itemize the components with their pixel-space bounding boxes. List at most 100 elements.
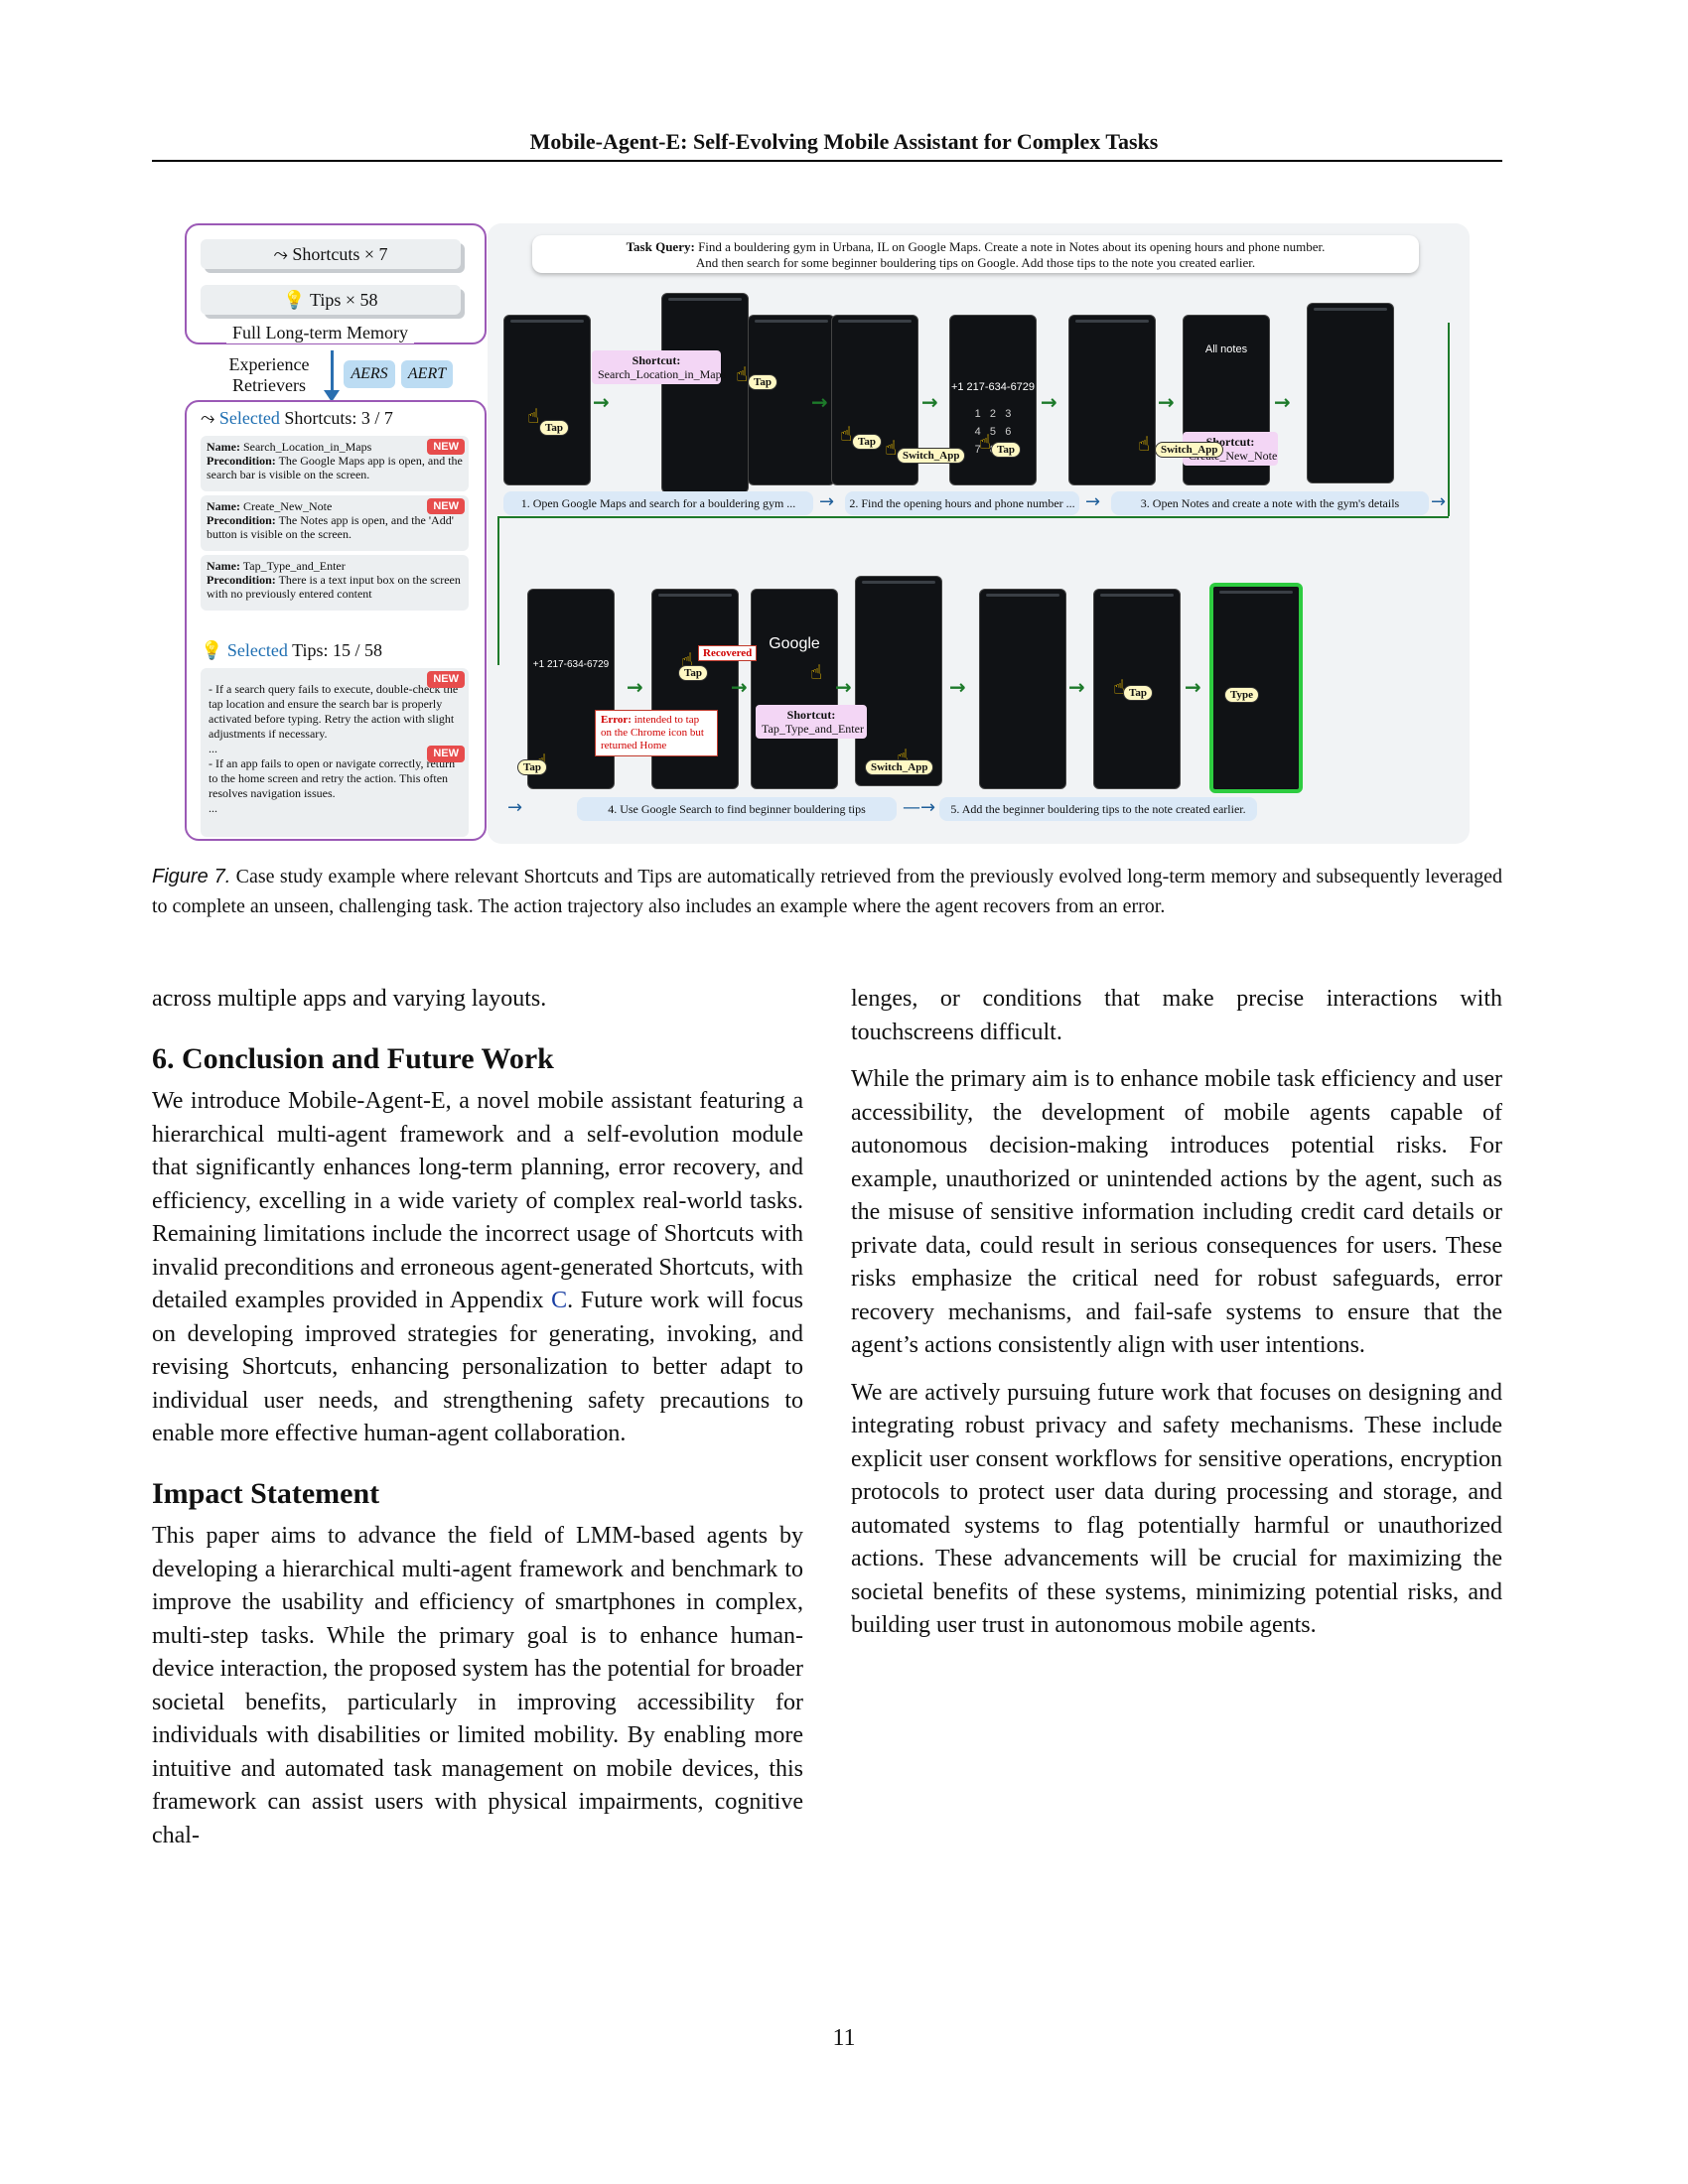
tip-ellipsis: ... bbox=[209, 742, 217, 755]
new-badge: NEW bbox=[427, 439, 465, 455]
step-2-bar: 2. Find the opening hours and phone numb… bbox=[845, 491, 1079, 515]
memory-title: Full Long-term Memory bbox=[226, 323, 414, 343]
google-logo-text: Google bbox=[769, 635, 820, 652]
shortcut-name: Search_Location_in_Maps bbox=[598, 367, 727, 381]
long-term-memory-box: ⤳ Shortcuts × 7 💡 Tips × 58 Full Long-te… bbox=[185, 223, 487, 344]
tip-item: - If a search query fails to execute, do… bbox=[209, 682, 459, 741]
page-number: 11 bbox=[832, 2025, 856, 2051]
tap-tag: Tap bbox=[748, 374, 777, 390]
continued-text: across multiple apps and varying layouts… bbox=[152, 986, 547, 1012]
switch-app-hand-icon: ☝ bbox=[1138, 432, 1151, 456]
flow-arrow: → bbox=[1274, 390, 1291, 414]
query-line-1: Find a bouldering gym in Urbana, IL on G… bbox=[698, 239, 1326, 254]
card-name-label: Name: bbox=[207, 559, 240, 573]
tip-item: - If an app fails to open or navigate co… bbox=[209, 756, 456, 800]
connector-line bbox=[497, 516, 1449, 518]
flow-arrow: → bbox=[627, 675, 643, 699]
action-trajectory-panel: +1 217-634-6729 1 2 34 5 67 8 9 All note… bbox=[488, 223, 1470, 844]
step-arrow: → bbox=[1085, 491, 1101, 512]
recovered-label: Recovered bbox=[698, 645, 758, 661]
connector-line bbox=[1448, 323, 1450, 516]
selected-word: Selected bbox=[218, 408, 280, 428]
tap-tag: Tap bbox=[539, 420, 569, 436]
tips-count: Tips × 58 bbox=[310, 290, 378, 310]
step-1-bar: 1. Open Google Maps and search for a bou… bbox=[503, 491, 813, 515]
selected-memory-box: ⤳ Selected Shortcuts: 3 / 7 NEW Name: Se… bbox=[185, 400, 487, 841]
task-query-box: Task Query: Find a bouldering gym in Urb… bbox=[532, 235, 1419, 273]
flow-arrow: → bbox=[731, 675, 748, 699]
appendix-link[interactable]: C bbox=[551, 1288, 567, 1313]
card-name-label: Name: bbox=[207, 499, 240, 513]
tap-tag: Tap bbox=[517, 759, 547, 775]
step-5-bar: 5. Add the beginner bouldering tips to t… bbox=[939, 797, 1257, 821]
card-precondition-label: Precondition: bbox=[207, 454, 276, 468]
tap-tag: Tap bbox=[1123, 685, 1153, 701]
lightbulb-icon: 💡 bbox=[201, 640, 223, 661]
tap-tag: Tap bbox=[678, 665, 708, 681]
step-4-bar: 4. Use Google Search to find beginner bo… bbox=[577, 797, 897, 821]
retrievers-label: Experience Retrievers bbox=[214, 354, 324, 396]
shortcut-card: NEW Name: Create_New_Note Precondition: … bbox=[201, 495, 469, 551]
tips-ratio: Tips: 15 / 58 bbox=[292, 640, 382, 660]
retrievers-label-line1: Experience bbox=[228, 354, 310, 374]
tap-hand-icon: ☝ bbox=[527, 404, 540, 428]
flow-arrow: → bbox=[1068, 675, 1085, 699]
phone-screenshot-google: Google bbox=[751, 589, 838, 789]
flow-arrow: → bbox=[835, 675, 852, 699]
risks-paragraph: While the primary aim is to enhance mobi… bbox=[851, 1066, 1502, 1358]
lightbulb-icon: 💡 bbox=[283, 290, 306, 311]
tap-hand-icon: ☝ bbox=[979, 430, 992, 454]
retrievers-label-line2: Retrievers bbox=[232, 375, 306, 395]
phone-screenshot-home-3 bbox=[651, 589, 739, 789]
switch-app-hand-icon: ☝ bbox=[885, 436, 898, 460]
connector-line bbox=[497, 516, 499, 665]
new-badge: NEW bbox=[427, 746, 465, 762]
tap-hand-icon: ☝ bbox=[810, 660, 823, 684]
flow-arrow: → bbox=[1041, 390, 1057, 414]
shortcut-card: NEW Name: Search_Location_in_Maps Precon… bbox=[201, 436, 469, 491]
shortcut-label: Shortcut: Search_Location_in_Maps bbox=[592, 350, 726, 384]
query-line-2: And then search for some beginner boulde… bbox=[695, 255, 1256, 270]
tap-tag: Tap bbox=[852, 434, 882, 450]
shortcuts-pill: ⤳ Shortcuts × 7 bbox=[201, 239, 461, 269]
step-arrow: —→ bbox=[903, 797, 936, 818]
a-ert-box: AERT bbox=[401, 360, 453, 388]
switch-app-tag: Switch_App bbox=[1155, 442, 1224, 458]
tap-hand-icon: ☝ bbox=[736, 362, 749, 386]
shortcut-icon: ⤳ bbox=[273, 244, 288, 265]
selected-shortcuts-heading: ⤳ Selected Shortcuts: 3 / 7 bbox=[201, 408, 393, 429]
future-work-paragraph: We are actively pursuing future work tha… bbox=[851, 1379, 1502, 1639]
header-rule bbox=[152, 160, 1502, 162]
flow-arrow: → bbox=[921, 390, 938, 414]
flow-arrow: → bbox=[811, 390, 828, 414]
shortcut-name: Tap_Type_and_Enter bbox=[762, 722, 864, 736]
section-6-heading: 6. Conclusion and Future Work bbox=[152, 1041, 554, 1075]
left-column: across multiple apps and varying layouts… bbox=[152, 983, 803, 1852]
query-label: Task Query: bbox=[626, 239, 695, 254]
all-notes-text: All notes bbox=[1204, 343, 1248, 355]
section-6-text-a: We introduce Mobile-Agent-E, a novel mob… bbox=[152, 1088, 803, 1313]
a-ers-box: AERS bbox=[344, 360, 395, 388]
figure-7: ⤳ Shortcuts × 7 💡 Tips × 58 Full Long-te… bbox=[185, 223, 1470, 844]
tips-pill: 💡 Tips × 58 bbox=[201, 285, 461, 315]
phone-screenshot-note-created bbox=[1307, 303, 1394, 483]
tips-card: NEW - If a search query fails to execute… bbox=[201, 668, 469, 837]
impact-statement-heading: Impact Statement bbox=[152, 1476, 380, 1510]
shortcut-prefix: Shortcut: bbox=[786, 708, 836, 722]
shortcut-icon: ⤳ bbox=[201, 408, 215, 429]
tap-hand-icon: ☝ bbox=[840, 422, 853, 446]
phone-screenshot-home bbox=[503, 315, 591, 485]
step-arrow: → bbox=[819, 491, 835, 512]
phone-screenshot-notes-2 bbox=[979, 589, 1066, 789]
switch-app-tag: Switch_App bbox=[897, 448, 966, 464]
section-6-paragraph: We introduce Mobile-Agent-E, a novel mob… bbox=[152, 1085, 803, 1451]
card-precondition-label: Precondition: bbox=[207, 513, 276, 527]
selected-tips-heading: 💡 Selected Tips: 15 / 58 bbox=[201, 640, 382, 661]
card-name: Tap_Type_and_Enter bbox=[242, 559, 346, 573]
new-badge: NEW bbox=[427, 498, 465, 514]
flow-arrow: → bbox=[1158, 390, 1175, 414]
type-tag: Type bbox=[1224, 687, 1260, 703]
continued-text: lenges, or conditions that make precise … bbox=[851, 986, 1502, 1045]
shortcut-card: Name: Tap_Type_and_Enter Precondition: T… bbox=[201, 555, 469, 611]
card-precondition-label: Precondition: bbox=[207, 573, 276, 587]
